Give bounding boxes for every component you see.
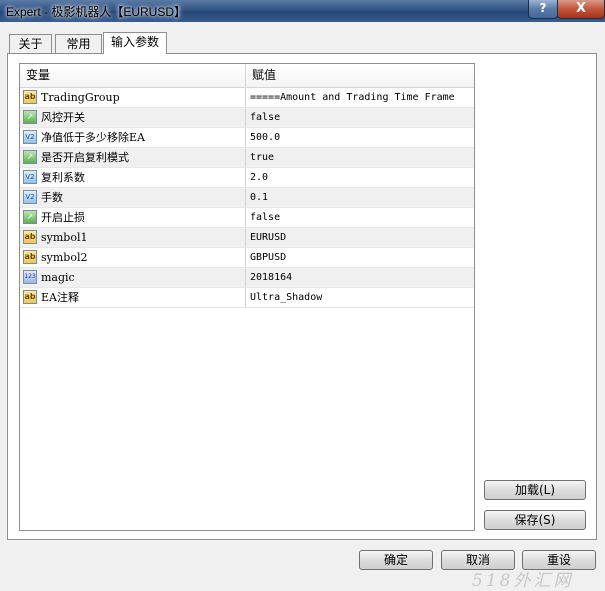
parameters-grid[interactable]: 变量 赋值 ab TradingGroup =====Amount and Tr…	[19, 63, 475, 531]
bool-icon: ↗	[23, 210, 37, 224]
param-value[interactable]: 2018164	[250, 268, 292, 287]
param-value[interactable]: false	[250, 108, 280, 127]
string-icon: ab	[23, 230, 37, 244]
param-name: 净值低于多少移除EA	[41, 131, 145, 144]
param-value[interactable]: 2.0	[250, 168, 268, 187]
double-icon: V2	[23, 130, 37, 144]
header-value[interactable]: 赋值	[246, 64, 474, 87]
param-value[interactable]: true	[250, 148, 274, 167]
tab-inputs[interactable]: 输入参数	[103, 32, 167, 54]
grid-header: 变量 赋值	[20, 64, 474, 88]
tab-common[interactable]: 常用	[55, 34, 102, 53]
table-row[interactable]: ab EA注释 Ultra_Shadow	[20, 288, 474, 308]
param-value[interactable]: 0.1	[250, 188, 268, 207]
param-name: symbol1	[41, 231, 88, 244]
param-value[interactable]: EURUSD	[250, 228, 286, 247]
param-value[interactable]: false	[250, 208, 280, 227]
param-name: 手数	[41, 191, 63, 204]
help-button[interactable]: ?	[528, 0, 558, 19]
table-row[interactable]: V2 净值低于多少移除EA 500.0	[20, 128, 474, 148]
param-name: magic	[41, 271, 75, 284]
param-name: EA注释	[41, 291, 79, 304]
table-row[interactable]: V2 手数 0.1	[20, 188, 474, 208]
tab-about[interactable]: 关于	[9, 34, 52, 53]
param-value[interactable]: =====Amount and Trading Time Frame	[250, 88, 455, 107]
table-row[interactable]: ↗ 是否开启复利模式 true	[20, 148, 474, 168]
string-icon: ab	[23, 90, 37, 104]
save-button[interactable]: 保存(S)	[484, 510, 586, 530]
bool-icon: ↗	[23, 150, 37, 164]
string-icon: ab	[23, 250, 37, 264]
ok-button[interactable]: 确定	[359, 550, 433, 570]
table-row[interactable]: 123 magic 2018164	[20, 268, 474, 288]
int-icon: 123	[23, 270, 37, 284]
param-name: 是否开启复利模式	[41, 151, 129, 164]
param-name: symbol2	[41, 251, 88, 264]
close-button[interactable]: X	[557, 0, 605, 19]
double-icon: V2	[23, 170, 37, 184]
param-value[interactable]: GBPUSD	[250, 248, 286, 267]
watermark: 518外汇网	[472, 571, 574, 591]
param-name: 开启止损	[41, 211, 85, 224]
window-title: Expert - 极影机器人【EURUSD】	[6, 5, 187, 19]
load-button[interactable]: 加载(L)	[484, 480, 586, 500]
table-row[interactable]: ab TradingGroup =====Amount and Trading …	[20, 88, 474, 108]
table-row[interactable]: ab symbol2 GBPUSD	[20, 248, 474, 268]
table-row[interactable]: ↗ 风控开关 false	[20, 108, 474, 128]
param-value[interactable]: Ultra_Shadow	[250, 288, 322, 307]
string-icon: ab	[23, 290, 37, 304]
header-variable[interactable]: 变量	[20, 64, 246, 87]
param-name: 风控开关	[41, 111, 85, 124]
param-name: 复利系数	[41, 171, 85, 184]
table-row[interactable]: ab symbol1 EURUSD	[20, 228, 474, 248]
double-icon: V2	[23, 190, 37, 204]
table-row[interactable]: ↗ 开启止损 false	[20, 208, 474, 228]
table-row[interactable]: V2 复利系数 2.0	[20, 168, 474, 188]
title-bar: Expert - 极影机器人【EURUSD】 ? X	[0, 0, 605, 22]
param-name: TradingGroup	[41, 91, 120, 104]
param-value[interactable]: 500.0	[250, 128, 280, 147]
bool-icon: ↗	[23, 110, 37, 124]
